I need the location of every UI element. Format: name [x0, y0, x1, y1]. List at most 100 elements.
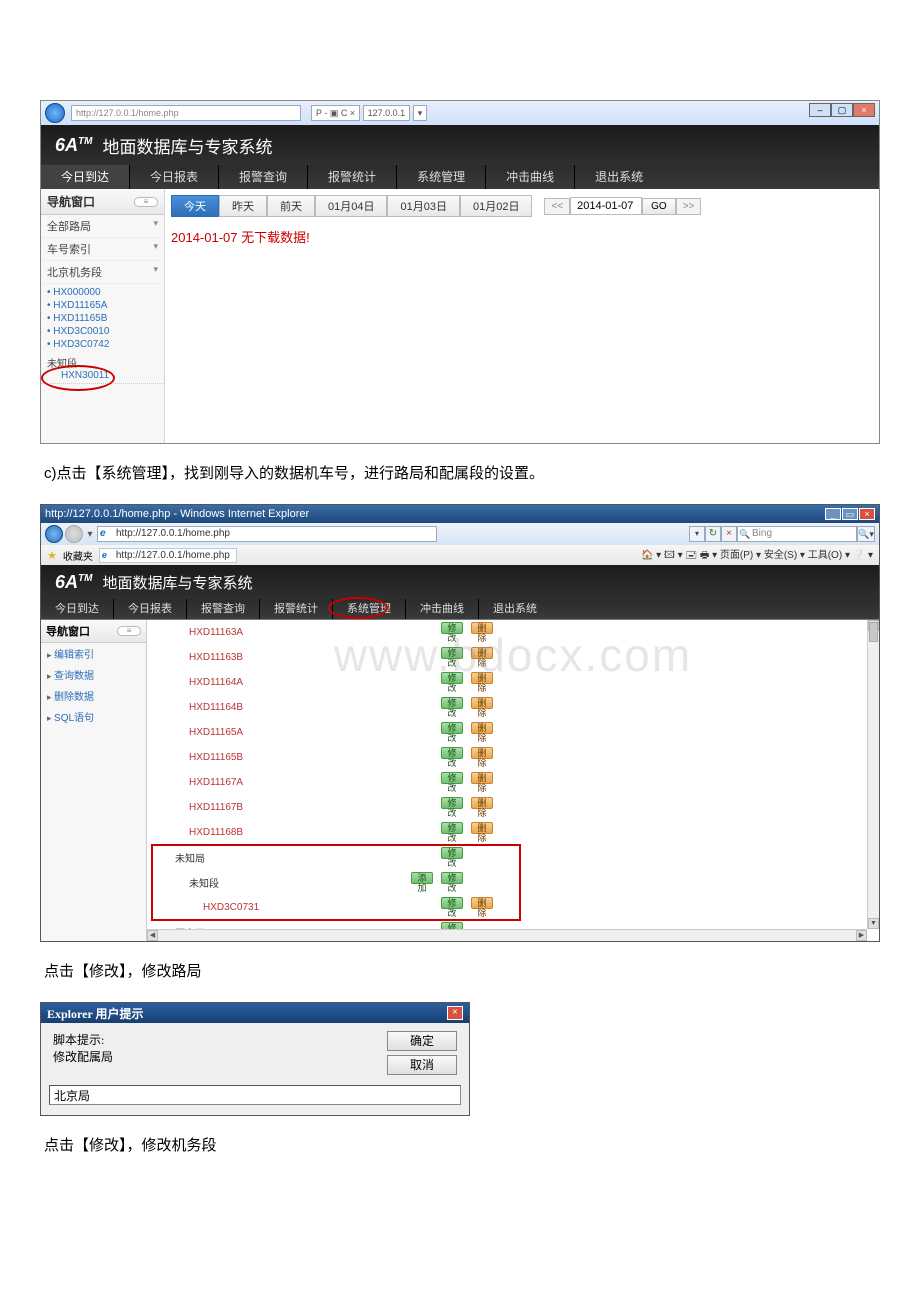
cancel-button[interactable]: 取消: [387, 1055, 457, 1075]
sidebar-link[interactable]: HXD3C0742: [47, 338, 164, 351]
minimize-button[interactable]: –: [809, 103, 831, 117]
tab-1[interactable]: 127.0.0.1: [363, 105, 411, 121]
scroll-left-icon[interactable]: ◀: [147, 930, 158, 941]
delete-button[interactable]: 删除: [471, 622, 493, 634]
dialog-input[interactable]: [49, 1085, 461, 1105]
sidebar-link[interactable]: HXD3C0010: [47, 325, 164, 338]
collapse-icon[interactable]: ≡: [134, 197, 158, 207]
nav-tab[interactable]: 报警统计: [259, 599, 332, 619]
sidebar-item[interactable]: SQL语句: [41, 706, 146, 727]
modify-button[interactable]: 修改: [441, 622, 463, 634]
modify-button[interactable]: 修改: [441, 647, 463, 659]
nav-tab[interactable]: 系统管理: [332, 599, 405, 619]
table-row: HXD11164B修改删除: [147, 695, 879, 720]
scroll-right-icon[interactable]: ▶: [856, 930, 867, 941]
sidebar-link[interactable]: HX000000: [47, 286, 164, 299]
no-data-message: 2014-01-07 无下载数据!: [171, 227, 873, 246]
prev-button[interactable]: <<: [544, 198, 570, 215]
tab-dropdown[interactable]: ▾: [413, 105, 428, 121]
nav-tab[interactable]: 冲击曲线: [485, 165, 574, 189]
date-tab[interactable]: 01月04日: [315, 195, 387, 217]
modify-button[interactable]: 修改: [441, 697, 463, 709]
nav-tab[interactable]: 今日到达: [41, 165, 129, 189]
forward-button[interactable]: [65, 525, 83, 543]
delete-button[interactable]: 删除: [471, 822, 493, 834]
row-name: HXD11163A: [147, 620, 407, 645]
row-name: HXD11164A: [147, 670, 407, 695]
sidebar-item[interactable]: 北京机务段▾: [41, 261, 164, 284]
nav-tab[interactable]: 报警查询: [218, 165, 307, 189]
modify-button[interactable]: 修改: [441, 722, 463, 734]
delete-button[interactable]: 删除: [471, 672, 493, 684]
sidebar-link[interactable]: HXD11165B: [47, 312, 164, 325]
close-button[interactable]: ×: [853, 103, 875, 117]
nav-tab[interactable]: 报警查询: [186, 599, 259, 619]
ie-tab[interactable]: http://127.0.0.1/home.php: [99, 548, 237, 563]
date-tab[interactable]: 01月03日: [387, 195, 459, 217]
back-button[interactable]: [45, 525, 63, 543]
nav-tab[interactable]: 报警统计: [307, 165, 396, 189]
next-button[interactable]: >>: [676, 198, 702, 215]
nav-tab[interactable]: 退出系统: [478, 599, 551, 619]
modify-button[interactable]: 修改: [441, 672, 463, 684]
delete-button[interactable]: 删除: [471, 772, 493, 784]
favorites-icon[interactable]: ★: [47, 549, 57, 562]
scroll-thumb[interactable]: [869, 622, 878, 642]
nav-tab[interactable]: 今日报表: [113, 599, 186, 619]
date-tab[interactable]: 昨天: [219, 195, 267, 217]
scroll-down-icon[interactable]: ▼: [868, 918, 879, 929]
address-bar[interactable]: http://127.0.0.1/home.php: [71, 105, 301, 121]
unknown-seg-item[interactable]: HXN30011: [47, 370, 158, 381]
app-header: 6ATM 地面数据库与专家系统: [41, 565, 879, 599]
back-button[interactable]: [45, 103, 65, 123]
sidebar-item[interactable]: 删除数据: [41, 685, 146, 706]
date-tab[interactable]: 今天: [171, 195, 219, 217]
horizontal-scrollbar[interactable]: ◀ ▶: [147, 929, 867, 941]
modify-button[interactable]: 修改: [441, 822, 463, 834]
nav-tab[interactable]: 冲击曲线: [405, 599, 478, 619]
sidebar-link[interactable]: HXD11165A: [47, 299, 164, 312]
collapse-icon[interactable]: ≡: [117, 626, 141, 636]
ok-button[interactable]: 确定: [387, 1031, 457, 1051]
maximize-button[interactable]: ▢: [831, 103, 853, 117]
go-button[interactable]: GO: [642, 198, 676, 215]
nav-tab[interactable]: 退出系统: [574, 165, 663, 189]
table-row: HXD11167A修改删除: [147, 770, 879, 795]
refresh-button[interactable]: ↻: [705, 526, 721, 542]
url-box[interactable]: http://127.0.0.1/home.php: [97, 526, 437, 542]
delete-button[interactable]: 删除: [471, 697, 493, 709]
url-dropdown-button[interactable]: ▾: [689, 526, 705, 542]
minimize-button[interactable]: _: [825, 508, 841, 520]
modify-button[interactable]: 修改: [441, 747, 463, 759]
sidebar-item[interactable]: 编辑索引: [41, 643, 146, 664]
close-button[interactable]: ×: [859, 508, 875, 520]
modify-button[interactable]: 修改: [441, 772, 463, 784]
nav-dropdown[interactable]: ▾: [85, 529, 95, 540]
main-nav: 今日到达今日报表报警查询报警统计系统管理冲击曲线退出系统: [41, 165, 879, 189]
delete-button[interactable]: 删除: [471, 722, 493, 734]
stop-button[interactable]: ×: [721, 526, 737, 542]
sidebar-item[interactable]: 全部路局▾: [41, 215, 164, 238]
ie-tools[interactable]: 🏠 ▾ 🖾 ▾ 🖃 🖶 ▾ 页面(P) ▾ 安全(S) ▾ 工具(O) ▾ ❔ …: [641, 546, 873, 565]
date-tab[interactable]: 01月02日: [460, 195, 532, 217]
vertical-scrollbar[interactable]: ▲ ▼: [867, 620, 879, 929]
sidebar-item[interactable]: 查询数据: [41, 664, 146, 685]
sidebar-item[interactable]: 车号索引▾: [41, 238, 164, 261]
table-row: HXD11165A修改删除: [147, 720, 879, 745]
nav-tab[interactable]: 今日报表: [129, 165, 218, 189]
date-tab[interactable]: 前天: [267, 195, 315, 217]
modify-button[interactable]: 修改: [441, 797, 463, 809]
search-button[interactable]: 🔍▾: [857, 526, 875, 542]
delete-button[interactable]: 删除: [471, 797, 493, 809]
dialog-title: Explorer 用户提示: [47, 1005, 144, 1022]
search-box[interactable]: Bing: [737, 526, 857, 542]
restore-button[interactable]: ▭: [842, 508, 858, 520]
sidebar: 导航窗口 ≡ 编辑索引查询数据删除数据SQL语句: [41, 620, 147, 941]
nav-tab[interactable]: 今日到达: [41, 599, 113, 619]
delete-button[interactable]: 删除: [471, 647, 493, 659]
favorites-label[interactable]: 收藏夹: [63, 548, 93, 563]
dialog-close-button[interactable]: ×: [447, 1006, 463, 1020]
date-input[interactable]: 2014-01-07: [570, 197, 642, 215]
nav-tab[interactable]: 系统管理: [396, 165, 485, 189]
delete-button[interactable]: 删除: [471, 747, 493, 759]
